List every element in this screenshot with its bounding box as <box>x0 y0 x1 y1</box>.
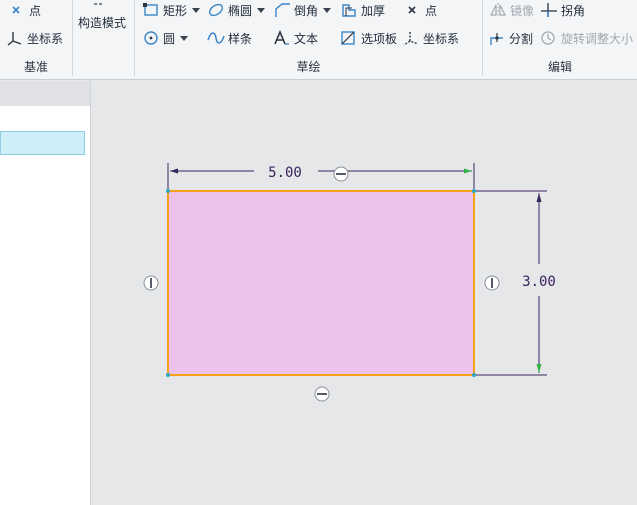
ellipse-button[interactable]: 椭圆 <box>207 0 266 20</box>
chamfer-button[interactable]: 倒角 <box>273 0 332 20</box>
sketch-csys-label: 坐标系 <box>423 31 460 46</box>
construction-mode-label: 构造模式 <box>78 15 127 30</box>
mirror-label: 镜像 <box>510 3 535 18</box>
corner-icon <box>540 2 558 18</box>
ellipse-label: 椭圆 <box>228 3 253 18</box>
chamfer-label: 倒角 <box>294 3 319 18</box>
model-tree-panel <box>0 81 91 505</box>
divide-icon <box>488 30 506 46</box>
chamfer-icon <box>273 2 291 18</box>
datum-point-label: 点 <box>29 3 42 18</box>
thicken-button[interactable]: 加厚 <box>340 0 385 20</box>
rotate-resize-icon <box>540 30 558 46</box>
spline-label: 样条 <box>228 31 253 46</box>
rotate-resize-button[interactable]: 旋转调整大小 <box>540 28 633 48</box>
sketch-point-button[interactable]: 点 <box>404 0 437 20</box>
datum-group-label: 基准 <box>23 60 48 74</box>
palette-label: 选项板 <box>361 31 398 46</box>
vertical-constraint-icon[interactable] <box>484 275 500 291</box>
width-dimension[interactable] <box>167 163 475 189</box>
model-tree-header <box>0 81 90 106</box>
text-button[interactable]: 文本 <box>273 28 318 48</box>
text-icon <box>273 30 291 46</box>
circle-button[interactable]: 圆 <box>142 28 189 48</box>
sketch-point-label: 点 <box>425 3 438 18</box>
sketch-group-label: 草绘 <box>296 60 321 74</box>
point-icon <box>404 2 422 18</box>
rotate-resize-label: 旋转调整大小 <box>561 31 634 46</box>
height-dimension-value[interactable]: 3.00 <box>522 274 556 290</box>
datum-csys-label: 坐标系 <box>27 31 64 46</box>
group-divider <box>72 0 73 76</box>
width-dimension-value[interactable]: 5.00 <box>268 165 302 181</box>
construction-mode-icon <box>93 0 103 5</box>
mirror-button[interactable]: 镜像 <box>489 0 534 20</box>
coordinate-system-icon <box>402 30 420 46</box>
thicken-icon <box>340 2 358 18</box>
sketch-vertex[interactable] <box>166 189 170 193</box>
sketch-rectangle-fill[interactable] <box>168 191 474 375</box>
sketch-vertex[interactable] <box>166 373 170 377</box>
ribbon-toolbar: 点 坐标系 基准 构造模式 矩形 椭圆 倒角 加厚 点 圆 样条 文本 选项板 … <box>0 0 637 80</box>
sketch-vertex[interactable] <box>472 189 476 193</box>
rectangle-label: 矩形 <box>163 3 188 18</box>
rectangle-icon <box>142 2 160 18</box>
sketch-csys-button[interactable]: 坐标系 <box>402 28 459 48</box>
horizontal-constraint-icon[interactable] <box>333 166 349 182</box>
corner-button[interactable]: 拐角 <box>540 0 585 20</box>
edit-group-label: 编辑 <box>547 60 572 74</box>
model-tree-selected-item[interactable] <box>0 131 85 155</box>
sketch-view[interactable]: 5.00 3.00 <box>92 81 637 505</box>
corner-label: 拐角 <box>561 3 586 18</box>
text-label: 文本 <box>294 31 319 46</box>
chevron-down-icon[interactable] <box>192 7 201 13</box>
spline-button[interactable]: 样条 <box>207 28 252 48</box>
chevron-down-icon[interactable] <box>257 7 266 13</box>
graphics-canvas[interactable]: 5.00 3.00 <box>92 81 637 505</box>
coordinate-system-icon <box>6 30 24 46</box>
ellipse-icon <box>207 2 225 18</box>
circle-icon <box>142 30 160 46</box>
divide-label: 分割 <box>509 31 534 46</box>
datum-point-button[interactable]: 点 <box>8 0 41 20</box>
vertical-constraint-icon[interactable] <box>143 275 159 291</box>
sketch-vertex[interactable] <box>472 373 476 377</box>
chevron-down-icon[interactable] <box>323 7 332 13</box>
palette-icon <box>340 30 358 46</box>
point-icon <box>8 2 26 18</box>
mirror-icon <box>489 2 507 18</box>
horizontal-constraint-icon[interactable] <box>314 386 330 402</box>
construction-mode-button[interactable]: 构造模式 <box>78 12 126 32</box>
datum-csys-button[interactable]: 坐标系 <box>6 28 63 48</box>
chevron-down-icon[interactable] <box>180 35 189 41</box>
palette-button[interactable]: 选项板 <box>340 28 397 48</box>
thicken-label: 加厚 <box>361 3 386 18</box>
divide-button[interactable]: 分割 <box>488 28 533 48</box>
spline-icon <box>207 30 225 46</box>
circle-label: 圆 <box>163 31 176 46</box>
rectangle-button[interactable]: 矩形 <box>142 0 201 20</box>
